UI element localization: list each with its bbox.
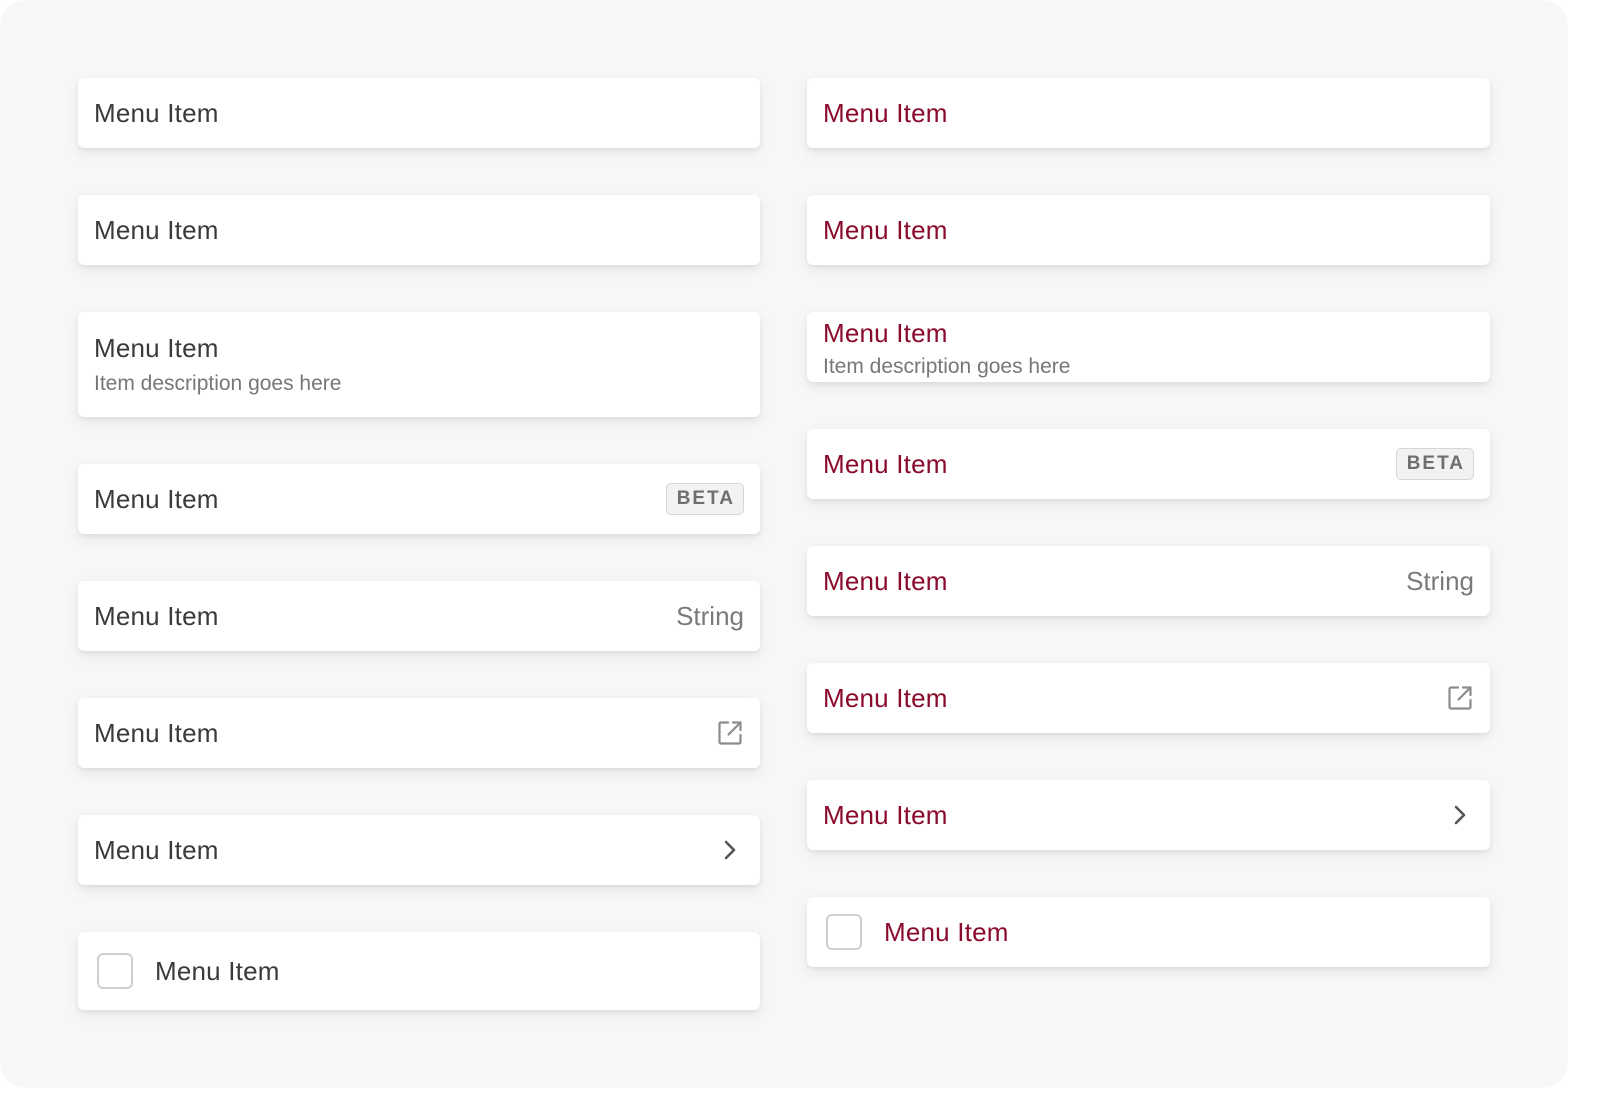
menu-item-with-external-link[interactable]: Menu Item: [78, 698, 760, 768]
menu-item-with-description[interactable]: Menu Item Item description goes here: [807, 312, 1490, 382]
checkbox[interactable]: [97, 953, 133, 989]
menu-item-plain[interactable]: Menu Item: [807, 195, 1490, 265]
menu-item-with-badge[interactable]: Menu Item BETA: [807, 429, 1490, 499]
menu-item-label: Menu Item: [823, 682, 948, 713]
menu-item-description: Item description goes here: [823, 354, 1071, 378]
menu-item-plain[interactable]: Menu Item: [807, 78, 1490, 148]
menu-item-with-chevron[interactable]: Menu Item: [807, 780, 1490, 850]
menu-item-plain[interactable]: Menu Item: [78, 195, 760, 265]
menu-item-plain[interactable]: Menu Item: [78, 78, 760, 148]
menu-item-label: Menu Item: [823, 799, 948, 830]
external-link-icon: [1446, 684, 1474, 712]
checkbox[interactable]: [826, 914, 862, 950]
menu-item-with-string[interactable]: Menu Item String: [78, 581, 760, 651]
menu-item-label: Menu Item: [823, 448, 948, 479]
external-link-icon: [716, 719, 744, 747]
menu-item-with-checkbox[interactable]: Menu Item: [807, 897, 1490, 967]
menu-item-description: Item description goes here: [94, 372, 342, 395]
menu-item-with-badge[interactable]: Menu Item BETA: [78, 464, 760, 534]
menu-item-with-chevron[interactable]: Menu Item: [78, 815, 760, 885]
page-canvas: Menu Item Menu Item Menu Item Item descr…: [0, 0, 1568, 1088]
menu-item-label: Menu Item: [94, 483, 219, 514]
menu-item-label: Menu Item: [884, 916, 1009, 947]
menu-item-label: Menu Item: [823, 214, 948, 245]
menu-item-label: Menu Item: [94, 214, 219, 245]
menu-item-label: Menu Item: [94, 834, 219, 865]
menu-item-label: Menu Item: [823, 97, 948, 128]
chevron-right-icon: [716, 836, 744, 864]
menu-item-with-string[interactable]: Menu Item String: [807, 546, 1490, 616]
menu-item-with-external-link[interactable]: Menu Item: [807, 663, 1490, 733]
chevron-right-icon: [1446, 801, 1474, 829]
menu-item-trailing-string: String: [1406, 565, 1474, 596]
menu-item-label: Menu Item: [94, 97, 219, 128]
menu-item-label: Menu Item: [823, 565, 948, 596]
menu-item-label: Menu Item: [823, 317, 948, 348]
menu-item-trailing-string: String: [676, 600, 744, 631]
beta-badge: BETA: [1395, 448, 1474, 480]
menu-item-label: Menu Item: [94, 717, 219, 748]
menu-item-label: Menu Item: [94, 600, 219, 631]
menu-item-label: Menu Item: [94, 333, 219, 363]
menu-item-label: Menu Item: [155, 955, 280, 986]
menu-item-with-description[interactable]: Menu Item Item description goes here: [78, 312, 760, 417]
menu-item-with-checkbox[interactable]: Menu Item: [78, 932, 760, 1010]
beta-badge: BETA: [665, 483, 744, 515]
